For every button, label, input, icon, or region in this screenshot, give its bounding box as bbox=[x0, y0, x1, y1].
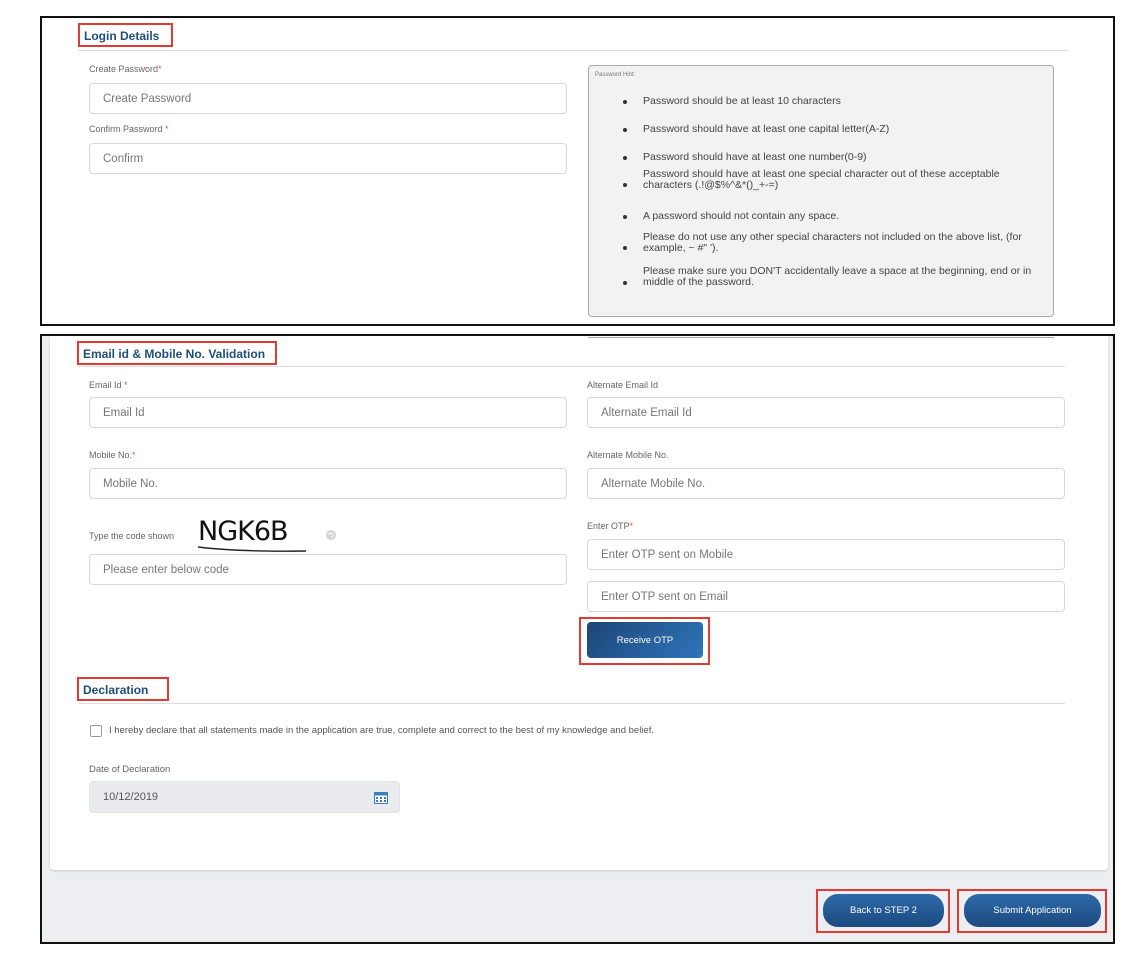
alt-mobile-placeholder: Alternate Mobile No. bbox=[601, 477, 706, 490]
login-divider bbox=[78, 50, 1068, 51]
login-section-title: Login Details bbox=[84, 29, 160, 43]
otp-email-placeholder: Enter OTP sent on Email bbox=[601, 590, 728, 603]
email-input[interactable]: Email Id bbox=[89, 397, 567, 428]
create-password-placeholder: Create Password bbox=[103, 92, 192, 105]
confirm-password-input[interactable]: Confirm bbox=[89, 143, 567, 174]
password-hint-title: Password Hint: bbox=[595, 72, 636, 78]
hint-bullet bbox=[623, 100, 627, 104]
declaration-statement: I hereby declare that all statements mad… bbox=[109, 725, 654, 736]
hint-item-number: Password should have at least one number… bbox=[643, 151, 867, 163]
declaration-section-title: Declaration bbox=[83, 683, 149, 697]
captcha-label: Type the code shown bbox=[89, 531, 175, 541]
hint-item-special: Password should have at least one specia… bbox=[643, 168, 1000, 191]
alt-mobile-input[interactable]: Alternate Mobile No. bbox=[587, 468, 1065, 499]
date-of-declaration-field: 10/12/2019 bbox=[89, 781, 400, 813]
hint-bullet bbox=[623, 246, 627, 250]
captcha-placeholder: Please enter below code bbox=[103, 563, 229, 576]
refresh-captcha-icon[interactable] bbox=[326, 530, 336, 540]
mobile-placeholder: Mobile No. bbox=[103, 477, 158, 490]
hint-bullet bbox=[623, 183, 627, 187]
otp-label: Enter OTP* bbox=[587, 521, 634, 531]
email-label: Email Id * bbox=[89, 380, 128, 390]
validation-section-title: Email id & Mobile No. Validation bbox=[83, 347, 266, 361]
alt-mobile-label: Alternate Mobile No. bbox=[587, 450, 669, 460]
email-placeholder: Email Id bbox=[103, 406, 145, 419]
confirm-password-label: Confirm Password * bbox=[89, 124, 169, 134]
date-of-declaration-label: Date of Declaration bbox=[89, 764, 171, 775]
otp-mobile-input[interactable]: Enter OTP sent on Mobile bbox=[587, 539, 1065, 570]
validation-divider bbox=[78, 366, 1065, 367]
hint-bullet bbox=[623, 156, 627, 160]
receive-otp-button[interactable]: Receive OTP bbox=[587, 622, 703, 658]
hint-bullet bbox=[623, 128, 627, 132]
hint-item-length: Password should be at least 10 character… bbox=[643, 95, 841, 107]
hint-item-leading-space: Please make sure you DON'T accidentally … bbox=[643, 265, 1032, 288]
hint-bullet bbox=[623, 281, 627, 285]
declaration-checkbox[interactable] bbox=[90, 725, 102, 737]
hint-box-bottom-edge bbox=[588, 336, 1054, 338]
alt-email-placeholder: Alternate Email Id bbox=[601, 406, 692, 419]
mobile-label: Mobile No.* bbox=[89, 450, 136, 460]
hint-bullet bbox=[623, 215, 627, 219]
captcha-image: NGK6B bbox=[198, 517, 308, 553]
back-to-step2-button[interactable]: Back to STEP 2 bbox=[823, 894, 944, 927]
mobile-input[interactable]: Mobile No. bbox=[89, 468, 567, 499]
otp-email-input[interactable]: Enter OTP sent on Email bbox=[587, 581, 1065, 612]
hint-item-other-chars: Please do not use any other special char… bbox=[643, 231, 1022, 254]
captcha-input[interactable]: Please enter below code bbox=[89, 554, 567, 585]
alt-email-input[interactable]: Alternate Email Id bbox=[587, 397, 1065, 428]
password-hint-box: Password Hint: Password should be at lea… bbox=[588, 65, 1054, 317]
hint-item-capital: Password should have at least one capita… bbox=[643, 123, 890, 135]
calendar-icon[interactable] bbox=[374, 791, 388, 804]
confirm-password-placeholder: Confirm bbox=[103, 152, 144, 165]
otp-mobile-placeholder: Enter OTP sent on Mobile bbox=[601, 548, 734, 561]
hint-item-space: A password should not contain any space. bbox=[643, 210, 840, 222]
date-of-declaration-value: 10/12/2019 bbox=[103, 791, 159, 803]
create-password-input[interactable]: Create Password bbox=[89, 83, 567, 114]
alt-email-label: Alternate Email Id bbox=[587, 380, 659, 390]
submit-application-button[interactable]: Submit Application bbox=[964, 894, 1101, 927]
declaration-divider bbox=[78, 703, 1065, 704]
create-password-label: Create Password* bbox=[89, 64, 162, 74]
